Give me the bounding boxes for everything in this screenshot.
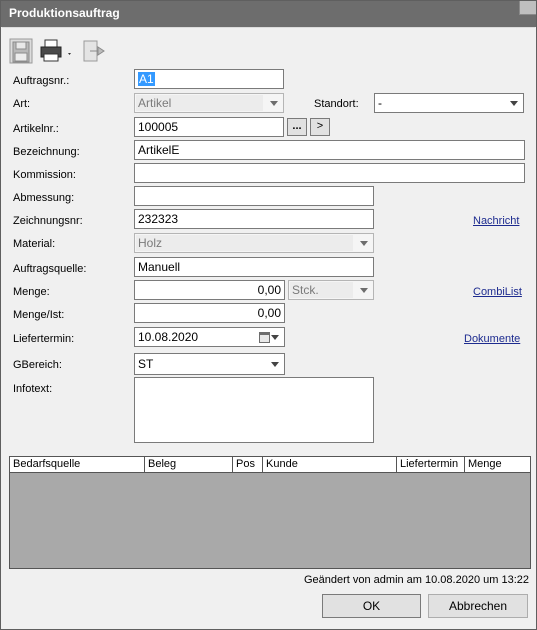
menge-unit-select[interactable]: Stck. xyxy=(288,280,374,300)
menge-unit-value: Stck. xyxy=(290,282,353,298)
art-select[interactable]: Artikel xyxy=(134,93,284,113)
gbereich-label: GBereich: xyxy=(13,359,62,371)
artikelnr-label: Artikelnr.: xyxy=(13,123,59,135)
ok-button[interactable]: OK xyxy=(322,594,421,618)
auftragsnr-label: Auftragsnr.: xyxy=(13,75,70,87)
liefertermin-label: Liefertermin: xyxy=(13,333,75,345)
zeichnungsnr-label: Zeichnungsnr: xyxy=(13,215,83,227)
kommission-field[interactable] xyxy=(134,163,525,183)
menge-label: Menge: xyxy=(13,286,50,298)
artikel-goto-button[interactable]: > xyxy=(310,118,330,136)
bedarf-grid[interactable]: Bedarfsquelle Beleg Pos Kunde Lieferterm… xyxy=(9,456,531,569)
menge-ist-label: Menge/Ist: xyxy=(13,309,65,321)
col-liefertermin[interactable]: Liefertermin xyxy=(397,457,465,473)
material-label: Material: xyxy=(13,238,56,250)
auftragsquelle-value: Manuell xyxy=(138,260,181,274)
col-kunde[interactable]: Kunde xyxy=(263,457,397,473)
material-select[interactable]: Holz xyxy=(134,233,374,253)
calendar-icon[interactable] xyxy=(259,332,270,343)
art-value: Artikel xyxy=(136,95,263,111)
bezeichnung-label: Bezeichnung: xyxy=(13,146,80,158)
standort-select[interactable]: - xyxy=(374,93,524,113)
standort-value: - xyxy=(378,96,382,110)
infotext-label: Infotext: xyxy=(13,383,53,395)
form-area: Auftragsnr.: A1 Art: Artikel Standort: -… xyxy=(2,27,535,629)
zeichnungsnr-field[interactable]: 232323 xyxy=(134,209,374,229)
liefertermin-value: 10.08.2020 xyxy=(138,330,199,344)
menge-value: 0,00 xyxy=(257,283,281,297)
change-status-text: Geändert von admin am 10.08.2020 um 13:2… xyxy=(303,574,529,586)
zeichnungsnr-value: 232323 xyxy=(138,212,179,226)
menge-field[interactable]: 0,00 xyxy=(134,280,285,300)
bezeichnung-value: ArtikelE xyxy=(138,143,180,157)
liefertermin-datepicker[interactable]: 10.08.2020 xyxy=(134,327,285,347)
gbereich-select[interactable]: ST xyxy=(134,353,285,375)
col-beleg[interactable]: Beleg xyxy=(145,457,233,473)
abmessung-label: Abmessung: xyxy=(13,192,75,204)
kommission-label: Kommission: xyxy=(13,169,76,181)
nachricht-link[interactable]: Nachricht xyxy=(473,215,519,227)
infotext-textarea[interactable] xyxy=(134,377,374,443)
standort-label: Standort: xyxy=(314,98,359,110)
chevron-down-icon xyxy=(360,241,368,246)
window-title: Produktionsauftrag xyxy=(9,6,120,20)
chevron-down-icon xyxy=(360,288,368,293)
art-label: Art: xyxy=(13,98,31,110)
artikel-browse-button[interactable]: ... xyxy=(287,118,307,136)
combilist-link[interactable]: CombiList xyxy=(473,286,522,298)
grid-header: Bedarfsquelle Beleg Pos Kunde Lieferterm… xyxy=(10,457,530,473)
bezeichnung-field[interactable]: ArtikelE xyxy=(134,140,525,160)
auftragsnr-value: A1 xyxy=(138,72,155,86)
col-menge[interactable]: Menge xyxy=(465,457,530,473)
abmessung-field[interactable] xyxy=(134,186,374,206)
chevron-down-icon xyxy=(510,101,518,106)
material-value: Holz xyxy=(136,235,353,251)
print-button[interactable] xyxy=(39,38,75,64)
col-bedarfsquelle[interactable]: Bedarfsquelle xyxy=(10,457,145,473)
produktionsauftrag-window: Produktionsauftrag Auftragsnr.: A1 Art: … xyxy=(0,0,537,630)
title-bar: Produktionsauftrag xyxy=(1,1,536,27)
floppy-disk-icon xyxy=(9,38,33,64)
menge-ist-field[interactable]: 0,00 xyxy=(134,303,285,323)
dokumente-link[interactable]: Dokumente xyxy=(464,333,520,345)
exit-arrow-icon xyxy=(83,40,105,62)
artikelnr-value: 100005 xyxy=(138,120,179,134)
chevron-down-icon xyxy=(270,101,278,106)
cancel-button[interactable]: Abbrechen xyxy=(428,594,528,618)
chevron-down-icon xyxy=(271,335,279,340)
printer-icon xyxy=(40,39,71,62)
col-pos[interactable]: Pos xyxy=(233,457,263,473)
auftragsnr-field[interactable]: A1 xyxy=(134,69,284,89)
save-button[interactable] xyxy=(9,38,33,64)
exit-button[interactable] xyxy=(81,38,105,64)
artikelnr-field[interactable]: 100005 xyxy=(134,117,284,137)
auftragsquelle-field[interactable]: Manuell xyxy=(134,257,374,277)
menge-ist-value: 0,00 xyxy=(257,306,281,320)
close-button[interactable] xyxy=(519,1,536,15)
chevron-down-icon xyxy=(271,362,279,367)
auftragsquelle-label: Auftragsquelle: xyxy=(13,263,87,275)
gbereich-value: ST xyxy=(138,357,154,371)
